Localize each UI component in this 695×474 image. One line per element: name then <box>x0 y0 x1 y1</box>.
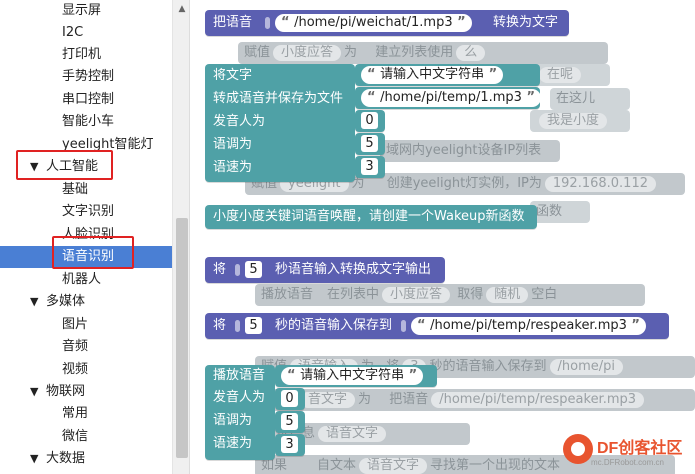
sidebar-item-label: 大数据 <box>46 451 86 466</box>
sidebar-item-video[interactable]: 视频 <box>0 359 172 381</box>
sidebar-item-common[interactable]: 常用 <box>0 403 172 425</box>
sidebar-item-yeelight[interactable]: yeelight智能灯 <box>0 134 172 156</box>
ghost-block: 播放语音 在列表中 小度应答 取得 随机 空白 <box>255 284 645 306</box>
pitch-number-input[interactable]: 5 <box>281 413 298 430</box>
block-label: 播放语音 <box>213 368 266 383</box>
sidebar-item-robot[interactable]: 机器人 <box>0 269 172 291</box>
sidebar-item-display[interactable]: 显示屏 <box>0 0 172 22</box>
speaker-number-input[interactable]: 0 <box>281 390 298 407</box>
path-input[interactable]: “ /home/pi/weichat/1.mp3 ” <box>275 14 472 32</box>
ghost-block: 函数 <box>530 201 590 223</box>
sidebar-item-label: 显示屏 <box>62 3 102 18</box>
block-label: 转成语音并保存为文件 <box>213 91 344 106</box>
speech-to-text-block[interactable]: 把语音 “ /home/pi/weichat/1.mp3 ” 转换为文字 <box>205 10 569 36</box>
logo-text: DF创客社区 <box>597 440 683 457</box>
expand-arrow-icon: ▼ <box>30 385 39 398</box>
save-path-input[interactable]: “ /home/pi/temp/respeaker.mp3 ” <box>411 317 646 335</box>
sidebar-item-label: I2C <box>62 25 84 40</box>
sidebar-item-printer[interactable]: 打印机 <box>0 44 172 66</box>
sidebar-item-label: 图片 <box>62 317 89 332</box>
sidebar-item-label: 多媒体 <box>46 294 86 309</box>
logo-url: mc.DFRobot.com.cn <box>591 458 664 467</box>
sidebar-item-label: 视频 <box>62 362 89 377</box>
sidebar-item-basic[interactable]: 基础 <box>0 179 172 201</box>
sidebar-item-label: 微信 <box>62 429 89 444</box>
sidebar-item-face-recognition[interactable]: 人脸识别 <box>0 224 172 246</box>
play-speech-block[interactable]: 播放语音 发音人为 语调为 语速为 <box>205 365 275 460</box>
speech-input-to-text-block[interactable]: 将 5 秒语音输入转换成文字输出 <box>205 257 445 283</box>
block-label: 把语音 <box>213 15 253 30</box>
sidebar-category-big-data[interactable]: ▼ 大数据 <box>0 448 172 470</box>
expand-arrow-icon: ▼ <box>30 160 39 173</box>
ghost-block: 赋值 小度应答为 建立列表使用么 <box>238 42 608 64</box>
sidebar-category-iot[interactable]: ▼ 物联网 <box>0 381 172 403</box>
file-path-input[interactable]: “ /home/pi/temp/1.mp3 ” <box>361 89 541 107</box>
sidebar-item-label: 基础 <box>62 182 89 197</box>
block-label: 小度小度关键词语音唤醒，请创建一个Wakeup新函数 <box>213 209 525 224</box>
pitch-number-input[interactable]: 5 <box>361 135 378 152</box>
scrollbar-thumb[interactable] <box>176 218 188 458</box>
sidebar-item-label: 常用 <box>62 406 89 421</box>
ghost-block: 在呢 <box>530 64 610 86</box>
sidebar-item-audio[interactable]: 音频 <box>0 336 172 358</box>
sidebar-item-gesture[interactable]: 手势控制 <box>0 66 172 88</box>
block-label: 发音人为 <box>213 390 266 405</box>
sidebar-item-image[interactable]: 图片 <box>0 314 172 336</box>
text-input[interactable]: “ 请输入中文字符串 ” <box>361 66 504 84</box>
ghost-block: 域网内yeelight设备IP列表 <box>380 140 560 162</box>
sidebar-item-label: 智能小车 <box>62 114 115 129</box>
sidebar-item-ocr[interactable]: 文字识别 <box>0 201 172 223</box>
ghost-block: 我是小度 <box>530 110 630 132</box>
speed-number-input[interactable]: 3 <box>361 158 378 175</box>
sidebar-item-serial[interactable]: 串口控制 <box>0 89 172 111</box>
block-label: 秒语音输入转换成文字输出 <box>275 262 432 277</box>
sidebar-item-label: yeelight智能灯 <box>62 137 154 152</box>
sidebar-item-label: 音频 <box>62 339 89 354</box>
sidebar-item-label: 语音识别 <box>62 249 115 264</box>
seconds-number-input[interactable]: 5 <box>245 317 262 334</box>
block-label: 语速为 <box>213 436 253 451</box>
ghost-block: 在这儿 <box>550 88 630 110</box>
scroll-up-arrow-icon[interactable]: ▲ <box>173 0 189 18</box>
block-label: 语调为 <box>213 137 253 152</box>
expand-arrow-icon: ▼ <box>30 295 39 308</box>
sidebar-item-label: 手势控制 <box>62 69 115 84</box>
text-to-speech-file-block[interactable]: 将文字 转成语音并保存为文件 发音人为 语调为 语速为 <box>205 64 355 182</box>
sidebar-item-speech-recognition[interactable]: 语音识别 <box>0 246 172 268</box>
sidebar-item-label: 文字识别 <box>62 204 115 219</box>
sidebar-category-ai[interactable]: ▼ 人工智能 <box>0 156 172 178</box>
sidebar-item-label: 人工智能 <box>46 159 99 174</box>
speed-number-input[interactable]: 3 <box>281 436 298 453</box>
block-label: 发音人为 <box>213 114 266 129</box>
block-label: 语速为 <box>213 160 253 175</box>
ghost-block: 赋值音文字为 把语音/home/pi/temp/respeaker.mp3 <box>265 389 695 411</box>
block-workspace[interactable]: 赋值 小度应答为 建立列表使用么 在呢 在这儿 我是小度 域网内yeelight设… <box>190 0 695 474</box>
play-text-input[interactable]: “ 请输入中文字符串 ” <box>281 367 424 385</box>
expand-arrow-icon: ▼ <box>30 452 39 465</box>
save-speech-input-block[interactable]: 将 5 秒的语音输入保存到 “ /home/pi/temp/respeaker.… <box>205 313 669 339</box>
sidebar-item-smart-car[interactable]: 智能小车 <box>0 111 172 133</box>
sidebar-item-label: 机器人 <box>62 272 102 287</box>
sidebar-item-i2c[interactable]: I2C <box>0 22 172 44</box>
seconds-number-input[interactable]: 5 <box>245 261 262 278</box>
speaker-number-input[interactable]: 0 <box>361 112 378 129</box>
dfrobot-watermark-logo: DF创客社区 mc.DFRobot.com.cn <box>555 430 695 474</box>
sidebar-item-label: 人脸识别 <box>62 227 115 242</box>
sidebar-item-label: 打印机 <box>62 47 102 62</box>
block-label: 将 <box>213 262 227 277</box>
sidebar-category-multimedia[interactable]: ▼ 多媒体 <box>0 291 172 313</box>
block-label: 秒的语音输入保存到 <box>275 318 393 333</box>
sidebar-item-label: 串口控制 <box>62 92 115 107</box>
dfrobot-logo-icon <box>563 434 593 464</box>
sidebar-item-wechat[interactable]: 微信 <box>0 426 172 448</box>
block-label: 语调为 <box>213 413 253 428</box>
block-label: 将 <box>213 318 227 333</box>
wakeup-block[interactable]: 小度小度关键词语音唤醒，请创建一个Wakeup新函数 <box>205 205 537 229</box>
sidebar-item-label: 物联网 <box>46 384 86 399</box>
sidebar-scrollbar[interactable]: ▲ <box>172 0 189 474</box>
block-label: 转换为文字 <box>493 15 559 30</box>
category-sidebar: 显示屏 I2C 打印机 手势控制 串口控制 智能小车 yeelight智能灯 ▼… <box>0 0 190 474</box>
block-label: 将文字 <box>213 68 253 83</box>
